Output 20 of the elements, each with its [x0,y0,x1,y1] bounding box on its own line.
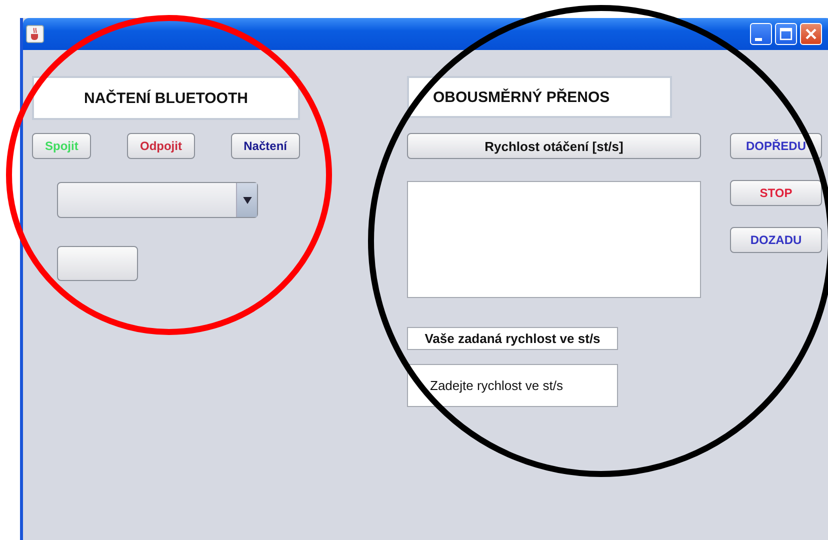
coffee-cup-icon [26,25,44,43]
speed-input[interactable]: Zadejte rychlost ve st/s [407,364,618,407]
speed-button[interactable]: Rychlost otáčení [st/s] [407,133,701,159]
maximize-button[interactable] [775,23,797,45]
minimize-icon [755,38,762,40]
blank-button[interactable] [57,246,138,281]
dropdown-arrow-icon [242,196,252,204]
maximize-icon [777,25,795,43]
device-dropdown[interactable] [57,182,258,218]
close-button[interactable] [800,23,822,45]
section-heading: NAČTENÍ BLUETOOTH [32,76,300,120]
direction-button[interactable]: DOZADU [730,227,822,253]
action-button[interactable]: Odpojit [126,133,195,159]
text-area[interactable] [407,181,701,298]
minimize-button[interactable] [750,23,772,45]
direction-button[interactable]: DOPŘEDU [730,133,822,159]
action-button[interactable]: Načtení [230,133,300,159]
speed-label: Vaše zadaná rychlost ve st/s [407,327,618,350]
direction-button[interactable]: STOP [730,180,822,206]
section-heading: OBOUSMĚRNÝ PŘENOS [407,76,672,118]
